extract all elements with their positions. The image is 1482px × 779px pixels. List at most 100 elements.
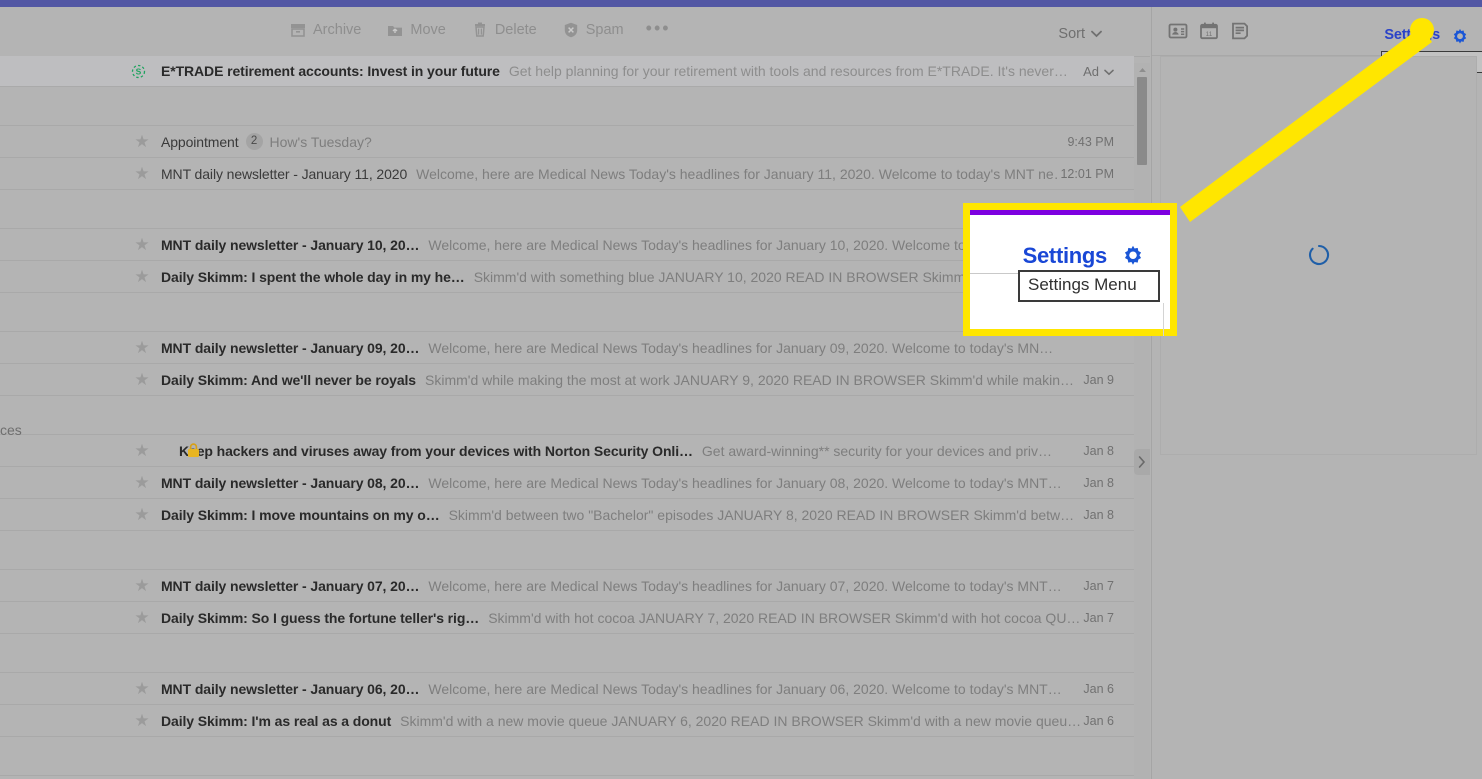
star-icon[interactable]: ★ xyxy=(134,680,150,697)
calendar-icon[interactable]: 11 xyxy=(1199,21,1219,41)
spam-label: Spam xyxy=(585,21,624,38)
chevron-down-icon xyxy=(1104,64,1114,79)
callout-settings-label: Settings xyxy=(1022,243,1108,268)
star-icon[interactable]: ★ xyxy=(134,268,150,285)
email-date: Jan 9 xyxy=(1083,372,1114,387)
star-icon[interactable]: ★ xyxy=(134,609,150,626)
ad-label[interactable]: Ad xyxy=(1083,64,1134,79)
email-row[interactable]: ★ MNT daily newsletter - January 07, 20… W… xyxy=(0,570,1134,602)
right-rail: 11 Settings Settings Menu xyxy=(1151,7,1482,779)
email-subject: Daily Skimm: I spent the whole day in my… xyxy=(161,268,465,285)
archive-icon xyxy=(290,22,306,38)
email-row[interactable]: ★ Keep hackers and viruses away from your… xyxy=(0,435,1134,467)
email-preview: Skimm'd between two "Bachelor" episodes … xyxy=(448,506,1075,523)
email-date: Jan 7 xyxy=(1083,578,1114,593)
email-date: Jan 8 xyxy=(1083,507,1114,522)
email-preview: Welcome, here are Medical News Today's h… xyxy=(428,474,1062,491)
email-preview: Welcome, here are Medical News Today's h… xyxy=(428,339,1054,356)
settings-zoom-callout: Settings Settings Menu xyxy=(963,203,1177,336)
notepad-icon[interactable] xyxy=(1230,21,1250,41)
trash-icon xyxy=(472,22,488,38)
email-preview: Welcome, here are Medical News Today's h… xyxy=(428,680,1062,697)
email-list-scrollbar[interactable] xyxy=(1134,63,1150,779)
star-icon[interactable]: ★ xyxy=(134,339,150,356)
email-row[interactable]: ★ Daily Skimm: And we'll never be royals S… xyxy=(0,364,1134,396)
email-subject: Daily Skimm: And we'll never be royals xyxy=(161,371,416,388)
star-icon[interactable]: ★ xyxy=(134,506,150,523)
email-date: 9:43 PM xyxy=(1067,134,1114,149)
right-rail-body xyxy=(1160,56,1477,455)
move-button[interactable]: Move xyxy=(383,19,449,41)
message-count-badge: 2 xyxy=(245,133,263,150)
email-preview: Skimm'd with hot cocoa JANUARY 7, 2020 R… xyxy=(488,609,1081,626)
scrollbar-thumb[interactable] xyxy=(1137,77,1147,165)
delete-button[interactable]: Delete xyxy=(468,19,541,41)
email-preview: Skimm'd with a new movie queue JANUARY 6… xyxy=(400,712,1082,729)
email-preview: Get help planning for your retirement wi… xyxy=(508,63,1068,79)
email-subject: Appointment xyxy=(161,133,239,150)
gear-icon[interactable] xyxy=(1450,26,1470,46)
email-preview: Welcome, here are Medical News Today's h… xyxy=(416,165,1061,182)
settings-link[interactable]: Settings xyxy=(1384,27,1440,43)
move-icon xyxy=(387,22,403,38)
email-row[interactable]: ★ MNT daily newsletter - January 08, 20… W… xyxy=(0,467,1134,499)
mail-toolbar: Archive Move Delete Spam ••• Sort xyxy=(0,7,1150,57)
email-subject: Daily Skimm: I move mountains on my o… xyxy=(161,506,440,523)
email-subject: Daily Skimm: So I guess the fortune tell… xyxy=(161,609,480,626)
email-subject: MNT daily newsletter - January 07, 20… xyxy=(161,577,420,594)
email-date: Jan 6 xyxy=(1083,681,1114,696)
email-list[interactable]: S ★ E*TRADE retirement accounts: Invest in… xyxy=(0,56,1134,779)
contacts-icon[interactable] xyxy=(1168,21,1188,41)
email-list-spacer xyxy=(0,737,1134,776)
more-actions-button[interactable]: ••• xyxy=(646,19,671,41)
email-date: Jan 8 xyxy=(1083,443,1114,458)
archive-label: Archive xyxy=(313,21,362,38)
expand-pane-chevron-icon[interactable] xyxy=(1134,449,1150,475)
delete-label: Delete xyxy=(494,21,537,38)
loading-spinner xyxy=(1308,244,1330,266)
etrade-icon: S xyxy=(130,63,147,80)
email-list-spacer xyxy=(0,87,1134,126)
brand-top-bar xyxy=(0,0,1482,7)
chevron-down-icon xyxy=(1091,30,1102,38)
star-icon[interactable]: ★ xyxy=(134,577,150,594)
email-subject: E*TRADE retirement accounts: Invest in y… xyxy=(161,63,500,79)
email-row[interactable]: ★ MNT daily newsletter - January 11, 2020… xyxy=(0,158,1134,190)
email-row[interactable]: ★ Appointment 2 How's Tuesday? 9:43 PM xyxy=(0,126,1134,158)
star-icon[interactable]: ★ xyxy=(134,371,150,388)
star-icon[interactable]: ★ xyxy=(134,442,150,459)
email-subject: MNT daily newsletter - January 10, 20… xyxy=(161,236,420,253)
email-row[interactable]: ★ MNT daily newsletter - January 06, 20… W… xyxy=(0,673,1134,705)
callout-inner-edge xyxy=(1163,303,1164,336)
spam-button[interactable]: Spam xyxy=(559,19,628,41)
callout-gear-icon xyxy=(1120,242,1146,268)
star-icon[interactable]: ★ xyxy=(134,474,150,491)
sort-dropdown[interactable]: Sort xyxy=(1058,26,1102,42)
email-preview: Get award-winning** security for your de… xyxy=(701,442,1053,459)
email-row[interactable]: ★ Daily Skimm: I move mountains on my o… S… xyxy=(0,499,1134,531)
email-row[interactable]: ★ Daily Skimm: So I guess the fortune tel… xyxy=(0,602,1134,634)
email-preview: Welcome, here are Medical News Today's h… xyxy=(428,577,1062,594)
star-icon[interactable]: ★ xyxy=(134,712,150,729)
ad-label-text: Ad xyxy=(1083,63,1099,79)
sidebar-partial-label: ces xyxy=(0,422,22,438)
toolbar-actions: Archive Move Delete Spam ••• xyxy=(286,19,671,41)
email-preview: How's Tuesday? xyxy=(269,133,372,150)
email-list-spacer xyxy=(0,531,1134,570)
email-subject: Keep hackers and viruses away from your … xyxy=(179,442,693,459)
scroll-up-arrow-icon[interactable] xyxy=(1137,63,1148,74)
email-row[interactable]: ★ Daily Skimm: I'm as real as a donut Skim… xyxy=(0,705,1134,737)
rail-app-icons: 11 xyxy=(1168,21,1250,41)
ad-row[interactable]: S★E*TRADE retirement accounts: Invest in… xyxy=(0,56,1134,87)
email-row[interactable]: ★ MNT daily newsletter - January 09, 20… W… xyxy=(0,332,1134,364)
star-icon[interactable]: ★ xyxy=(134,133,150,150)
sort-label: Sort xyxy=(1058,26,1085,42)
callout-divider xyxy=(970,273,1025,274)
svg-text:S: S xyxy=(136,67,142,77)
archive-button[interactable]: Archive xyxy=(286,19,365,41)
callout-accent-bar xyxy=(970,210,1170,215)
spam-shield-icon xyxy=(563,22,579,38)
star-icon[interactable]: ★ xyxy=(134,165,150,182)
email-date: 12:01 PM xyxy=(1060,166,1114,181)
star-icon[interactable]: ★ xyxy=(134,236,150,253)
